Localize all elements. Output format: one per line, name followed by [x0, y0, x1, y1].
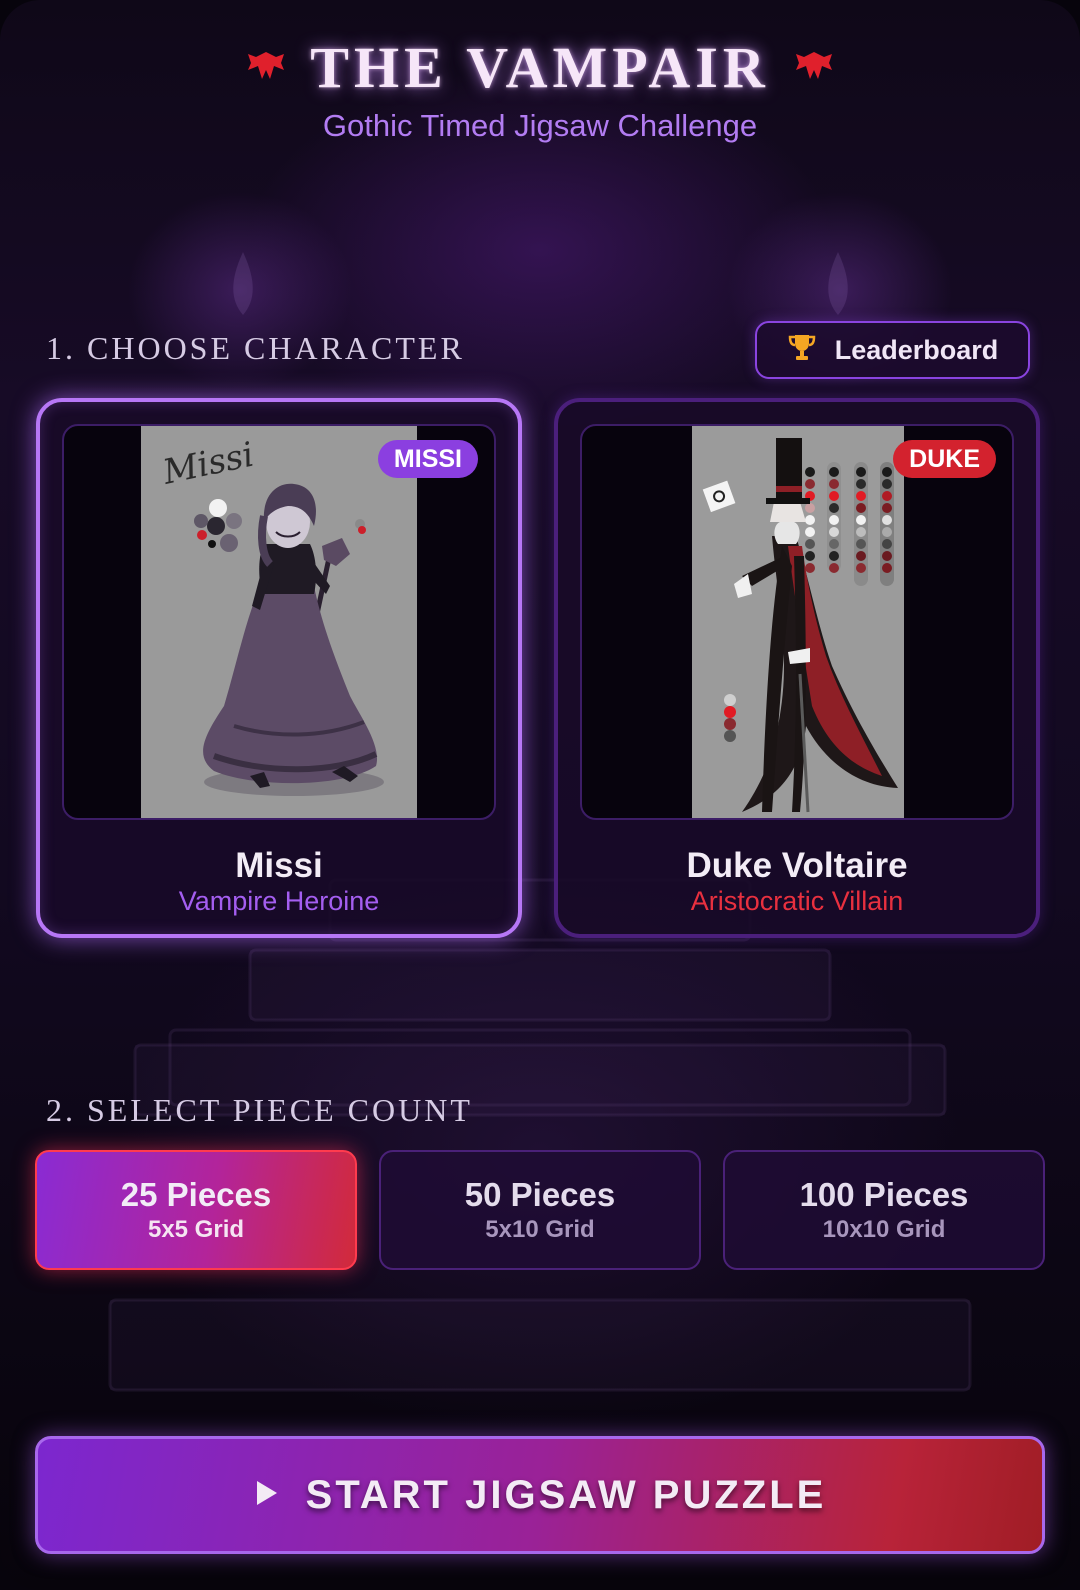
game-subtitle: Gothic Timed Jigsaw Challenge: [322, 108, 758, 143]
piece-option-grid: 10x10 Grid: [822, 1216, 946, 1243]
piece-option-100[interactable]: 100 Pieces 10x10 Grid: [723, 1150, 1045, 1270]
leaderboard-label: Leaderboard: [834, 334, 999, 365]
character-badge-missi: MISSI: [377, 440, 478, 478]
character-portrait-missi: Missi MISSI: [62, 424, 496, 820]
start-puzzle-button[interactable]: START JIGSAW PUZZLE: [35, 1436, 1045, 1554]
missi-illustration: Missi: [141, 426, 417, 818]
play-icon: [254, 1478, 280, 1513]
select-piece-count-label: 2. SELECT PIECE COUNT: [46, 1092, 473, 1128]
app-frame: THE VAMPAIR Gothic Timed Jigsaw Challeng…: [0, 0, 1080, 1590]
character-name-missi: Missi: [235, 846, 323, 885]
start-puzzle-label: START JIGSAW PUZZLE: [305, 1472, 827, 1517]
piece-option-label: 50 Pieces: [464, 1176, 616, 1213]
character-card-missi[interactable]: Missi MISSI Missi Vampire Heroine: [36, 398, 522, 938]
character-role-missi: Vampire Heroine: [178, 886, 380, 916]
title-row: THE VAMPAIR: [0, 32, 1080, 102]
piece-option-grid: 5x5 Grid: [147, 1216, 245, 1243]
trophy-icon: [787, 332, 817, 369]
piece-option-50[interactable]: 50 Pieces 5x10 Grid: [379, 1150, 701, 1270]
piece-option-label: 100 Pieces: [799, 1176, 969, 1213]
bat-icon: [246, 48, 286, 87]
duke-illustration: [692, 426, 904, 818]
character-role-duke: Aristocratic Villain: [690, 886, 904, 916]
character-portrait-duke: DUKE: [580, 424, 1014, 820]
game-title: THE VAMPAIR: [310, 34, 770, 100]
bat-icon: [794, 48, 834, 87]
character-badge-duke: DUKE: [893, 440, 996, 478]
piece-option-25[interactable]: 25 Pieces 5x5 Grid: [35, 1150, 357, 1270]
piece-option-label: 25 Pieces: [120, 1176, 272, 1213]
character-card-duke[interactable]: DUKE Duke Voltaire Aristocratic Villain: [554, 398, 1040, 938]
character-name-duke: Duke Voltaire: [686, 846, 908, 885]
leaderboard-button[interactable]: Leaderboard: [755, 321, 1030, 379]
choose-character-label: 1. CHOOSE CHARACTER: [46, 330, 465, 366]
piece-option-grid: 5x10 Grid: [485, 1216, 595, 1243]
